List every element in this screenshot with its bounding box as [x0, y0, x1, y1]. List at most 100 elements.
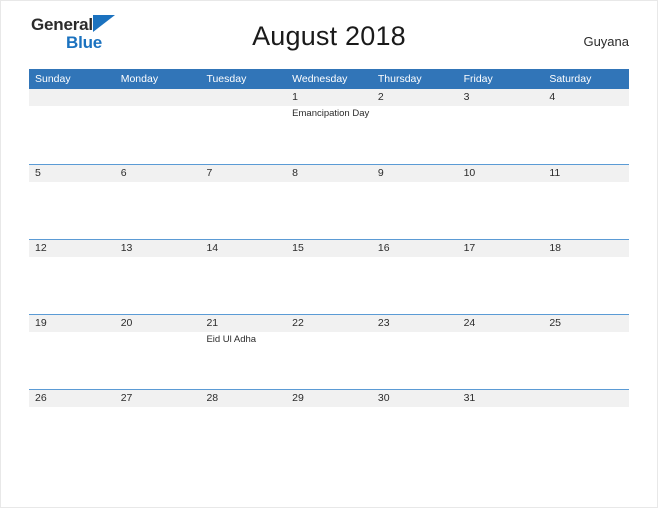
day-event: [458, 407, 544, 409]
day-number: 27: [120, 392, 133, 404]
day-event: [200, 407, 286, 409]
day-number: 17: [463, 242, 476, 254]
day-number: 13: [120, 242, 133, 254]
day-event: [286, 182, 372, 184]
day-event: [115, 182, 201, 184]
day-cell[interactable]: 14: [200, 240, 287, 314]
day-event: [29, 106, 115, 108]
day-number: 4: [549, 91, 556, 103]
day-cell[interactable]: 19: [29, 315, 115, 389]
page-title: August 2018: [252, 21, 406, 51]
day-cell[interactable]: [543, 390, 630, 464]
day-number: 15: [292, 242, 304, 254]
day-cell[interactable]: 17: [457, 240, 544, 314]
day-event: [29, 257, 115, 259]
day-event: [29, 407, 115, 409]
day-cell[interactable]: 13: [114, 240, 201, 314]
day-event: [115, 407, 201, 409]
day-number: 16: [377, 242, 390, 254]
day-cell[interactable]: 22: [286, 315, 372, 389]
day-cell[interactable]: 8: [286, 165, 372, 239]
day-event: [286, 407, 372, 409]
day-event: [543, 407, 629, 409]
day-cell[interactable]: 12: [29, 240, 115, 314]
day-cell[interactable]: 21 Eid Ul Adha: [200, 315, 287, 389]
day-cell[interactable]: 7: [200, 165, 287, 239]
day-event: [286, 332, 372, 334]
day-cell[interactable]: 26: [29, 390, 115, 464]
day-cell[interactable]: 23: [371, 315, 458, 389]
weekday-header-monday: Monday: [120, 73, 159, 85]
weekday-header-sunday: Sunday: [35, 73, 71, 85]
day-event: [543, 332, 629, 334]
day-cell[interactable]: 30: [371, 390, 458, 464]
day-cell[interactable]: 6: [114, 165, 201, 239]
day-number: 3: [463, 91, 470, 103]
day-event: [115, 332, 201, 334]
day-number: 6: [120, 167, 127, 179]
day-event: [200, 106, 286, 108]
day-cell[interactable]: 10: [457, 165, 544, 239]
week-row: 12 13 14 15 16 17 18: [29, 239, 630, 314]
day-number: 19: [35, 317, 47, 329]
day-event: [115, 106, 201, 108]
day-number: 30: [377, 392, 390, 404]
day-cell[interactable]: 24: [457, 315, 544, 389]
weekday-header-row: Sunday Monday Tuesday Wednesday Thursday…: [29, 69, 629, 89]
day-cell[interactable]: 20: [114, 315, 201, 389]
day-event: [372, 106, 458, 108]
day-cell[interactable]: 15: [286, 240, 372, 314]
day-cell[interactable]: 18: [543, 240, 630, 314]
day-number: 5: [35, 167, 41, 179]
day-event: [29, 332, 115, 334]
day-event: [372, 407, 458, 409]
day-cell[interactable]: 2: [371, 89, 458, 164]
day-number: 18: [549, 242, 561, 254]
day-cell[interactable]: [114, 89, 201, 164]
day-cell[interactable]: 1 Emancipation Day: [286, 89, 372, 164]
day-cell[interactable]: [200, 89, 287, 164]
week-row: 5 6 7 8 9 10 11: [29, 164, 630, 239]
day-cell[interactable]: [29, 89, 115, 164]
weekday-header-wednesday: Wednesday: [292, 73, 348, 85]
day-number: 12: [35, 242, 47, 254]
weekday-header-thursday: Thursday: [377, 73, 422, 85]
day-cell[interactable]: 31: [457, 390, 544, 464]
day-event: [543, 257, 629, 259]
week-row: 19 20 21 Eid Ul Adha 22 23 24 25: [29, 314, 630, 389]
day-number: 20: [120, 317, 133, 329]
day-cell[interactable]: 3: [457, 89, 544, 164]
day-number: 23: [377, 317, 390, 329]
week-row: 26 27 28 29 30 31: [29, 389, 630, 464]
page-header: General Blue August 2018 Guyana: [1, 1, 657, 69]
day-event: [458, 182, 544, 184]
day-number: 7: [206, 167, 213, 179]
day-cell[interactable]: 16: [371, 240, 458, 314]
day-number: 28: [206, 392, 219, 404]
day-number: 21: [206, 317, 219, 329]
day-event: [115, 257, 201, 259]
day-event: [372, 182, 458, 184]
day-cell[interactable]: 5: [29, 165, 115, 239]
day-event: [200, 182, 286, 184]
day-cell[interactable]: 25: [543, 315, 630, 389]
day-event: Eid Ul Adha: [206, 334, 257, 345]
day-event: [458, 106, 544, 108]
day-number: 24: [463, 317, 476, 329]
day-event: [543, 106, 629, 108]
day-number: 10: [463, 167, 476, 179]
calendar-grid: Sunday Monday Tuesday Wednesday Thursday…: [29, 69, 630, 464]
day-cell[interactable]: 4: [543, 89, 630, 164]
day-event: [543, 182, 629, 184]
day-number: 11: [549, 167, 561, 179]
day-cell[interactable]: 28: [200, 390, 287, 464]
day-cell[interactable]: 9: [371, 165, 458, 239]
day-cell[interactable]: 29: [286, 390, 372, 464]
country-label: Guyana: [583, 33, 629, 49]
day-number: 9: [377, 167, 384, 179]
week-row: 1 Emancipation Day 2 3 4: [29, 89, 630, 164]
day-cell[interactable]: 11: [543, 165, 630, 239]
day-event: [458, 257, 544, 259]
day-cell[interactable]: 27: [114, 390, 201, 464]
day-number: 14: [206, 242, 219, 254]
